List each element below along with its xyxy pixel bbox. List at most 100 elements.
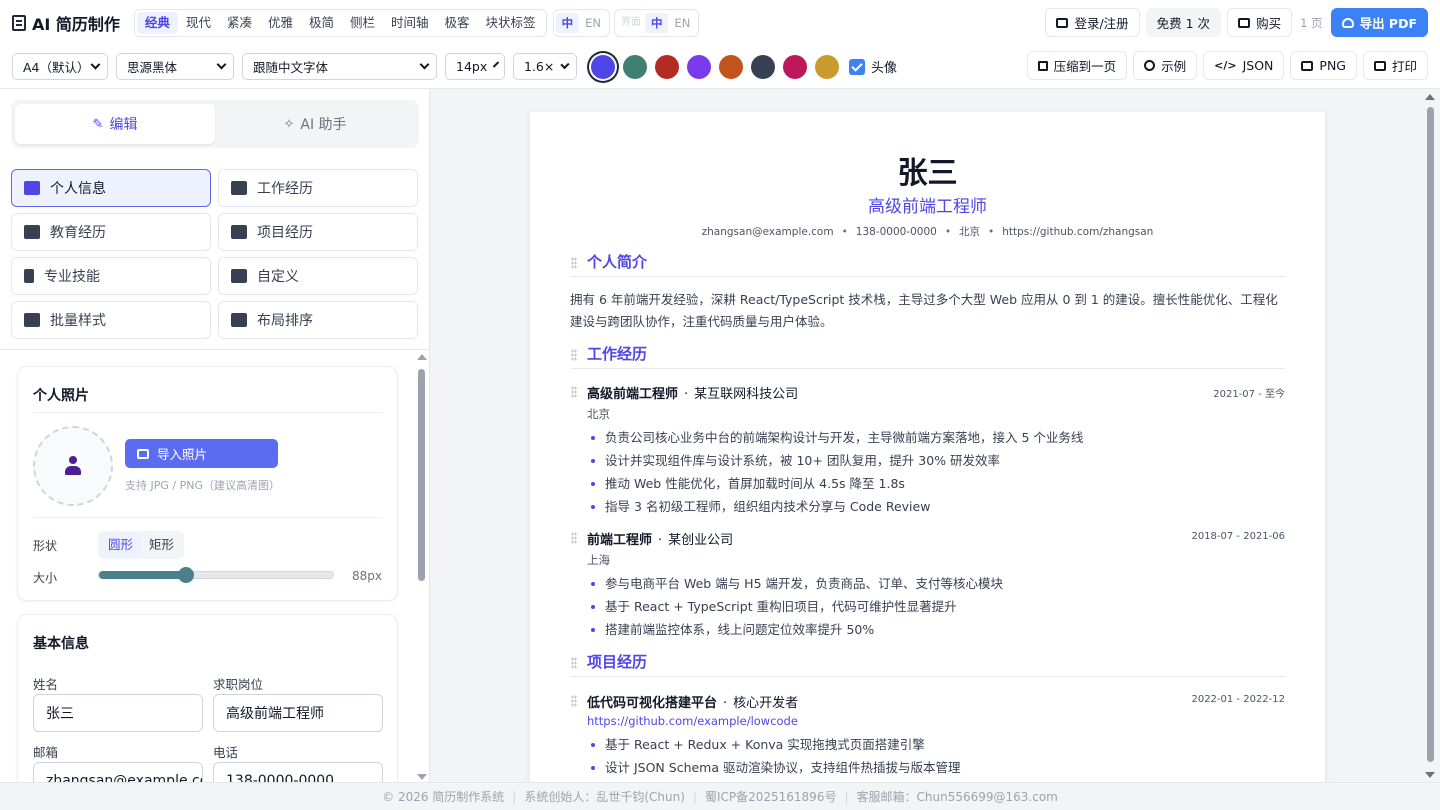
section-education[interactable]: 教育经历 bbox=[11, 213, 211, 251]
shape-label: 形状 bbox=[33, 539, 58, 553]
footer-email[interactable]: 客服邮箱：Chun556699@163.com bbox=[857, 788, 1058, 805]
section-personal-info[interactable]: 个人信息 bbox=[11, 169, 211, 207]
paper-size-value: A4（默认） bbox=[23, 60, 90, 75]
compress-one-page-button[interactable]: 压缩到一页 bbox=[1026, 51, 1128, 80]
tab-ai-label: AI 助手 bbox=[300, 117, 347, 133]
color-swatch-6[interactable] bbox=[751, 54, 775, 79]
scrollbar-thumb[interactable] bbox=[418, 369, 425, 581]
photo-size-slider[interactable] bbox=[98, 567, 334, 583]
png-export-button[interactable]: PNG bbox=[1290, 51, 1357, 80]
font-size-select[interactable]: 14px bbox=[445, 53, 505, 80]
drag-handle-icon[interactable] bbox=[571, 257, 577, 269]
json-export-button[interactable]: </> JSON bbox=[1203, 51, 1285, 80]
section-skills[interactable]: 专业技能 bbox=[11, 257, 211, 295]
template-modern[interactable]: 现代 bbox=[178, 12, 219, 34]
scroll-up-icon[interactable] bbox=[417, 354, 427, 360]
preview-scrollbar[interactable] bbox=[1424, 91, 1436, 780]
app-brand: AI 简历制作 bbox=[12, 11, 120, 35]
free-quota-badge: 免费 1 次 bbox=[1145, 8, 1222, 37]
color-swatch-4[interactable] bbox=[687, 54, 711, 79]
scrollbar-thumb[interactable] bbox=[1427, 107, 1434, 762]
work-entry: 前端工程师 · 某创业公司 2018-07 - 2021-06 bbox=[571, 529, 1285, 549]
bullet-item: 推动 Web 性能优化，首屏加载时间从 4.5s 降至 1.8s bbox=[587, 472, 1277, 495]
section-custom[interactable]: 自定义 bbox=[218, 257, 418, 295]
sample-button[interactable]: 示例 bbox=[1133, 51, 1198, 80]
footer-icp[interactable]: 蜀ICP备2025161896号 bbox=[705, 788, 837, 805]
tab-edit-label: 编辑 bbox=[109, 117, 138, 133]
project-section-header: 项目经历 bbox=[571, 653, 1285, 677]
scroll-down-icon[interactable] bbox=[417, 774, 427, 780]
name-input[interactable]: 张三 bbox=[33, 694, 203, 732]
avatar-toggle[interactable]: 头像 bbox=[849, 57, 897, 76]
entry-location: 北京 bbox=[587, 407, 610, 421]
template-classic[interactable]: 经典 bbox=[136, 11, 178, 34]
ui-language-switch: 界面 中 EN bbox=[613, 8, 700, 37]
template-geek[interactable]: 极客 bbox=[437, 12, 478, 34]
color-swatch-3[interactable] bbox=[655, 54, 679, 79]
template-sidebar[interactable]: 侧栏 bbox=[342, 12, 383, 34]
shape-rect-option[interactable]: 矩形 bbox=[141, 533, 182, 557]
phone-input[interactable]: 138-0000-0000 bbox=[213, 762, 383, 782]
section-batch-style[interactable]: 批量样式 bbox=[11, 301, 211, 339]
shape-circle-option[interactable]: 圆形 bbox=[100, 533, 142, 557]
content-lang-en[interactable]: EN bbox=[579, 13, 607, 33]
content-lang-zh[interactable]: 中 bbox=[555, 12, 580, 33]
section-label: 布局排序 bbox=[257, 313, 313, 329]
shape-toggle: 圆形 矩形 bbox=[98, 531, 185, 559]
resume-job-title: 高级前端工程师 bbox=[868, 197, 987, 217]
drag-handle-icon[interactable] bbox=[571, 532, 577, 544]
template-compact[interactable]: 紧凑 bbox=[219, 12, 260, 34]
drag-handle-icon[interactable] bbox=[571, 349, 577, 361]
position-field-label: 求职岗位 bbox=[213, 677, 264, 692]
ui-lang-zh[interactable]: 中 bbox=[644, 12, 669, 33]
entry-role: 高级前端工程师 bbox=[587, 387, 679, 402]
template-timeline[interactable]: 时间轴 bbox=[383, 12, 437, 34]
project-link[interactable]: https://github.com/example/lowcode bbox=[587, 714, 798, 728]
export-pdf-button[interactable]: 导出 PDF bbox=[1330, 8, 1428, 37]
drag-handle-icon[interactable] bbox=[571, 657, 577, 669]
template-elegant[interactable]: 优雅 bbox=[260, 12, 301, 34]
section-layout-order[interactable]: 布局排序 bbox=[218, 301, 418, 339]
theme-color-swatches bbox=[591, 54, 839, 79]
import-photo-button[interactable]: 导入照片 bbox=[125, 439, 278, 468]
editor-scrollbar[interactable] bbox=[416, 351, 427, 782]
line-height-select[interactable]: 1.6× bbox=[513, 53, 577, 80]
person-icon bbox=[64, 456, 82, 476]
paper-size-select[interactable]: A4（默认） bbox=[12, 53, 108, 80]
chevron-down-icon bbox=[216, 59, 227, 70]
bullet-item: 基于 React + Redux + Konva 实现拖拽式页面搭建引擎 bbox=[587, 733, 1277, 756]
avatar-checkbox[interactable] bbox=[849, 58, 865, 75]
print-button[interactable]: 打印 bbox=[1362, 51, 1428, 80]
name-field-label: 姓名 bbox=[33, 677, 59, 692]
email-input[interactable]: zhangsan@example.com bbox=[33, 762, 203, 782]
color-swatch-5[interactable] bbox=[719, 54, 743, 79]
color-swatch-1[interactable] bbox=[591, 54, 615, 79]
ui-lang-en[interactable]: EN bbox=[668, 13, 696, 33]
scroll-down-icon[interactable] bbox=[1425, 772, 1435, 778]
latin-font-value: 跟随中文字体 bbox=[253, 60, 329, 75]
position-input[interactable]: 高级前端工程师 bbox=[213, 694, 383, 732]
section-projects[interactable]: 项目经历 bbox=[218, 213, 418, 251]
login-button[interactable]: 登录/注册 bbox=[1045, 8, 1140, 37]
color-swatch-2[interactable] bbox=[623, 54, 647, 79]
buy-button[interactable]: 购买 bbox=[1227, 8, 1293, 37]
scroll-up-icon[interactable] bbox=[1425, 94, 1435, 100]
color-swatch-8[interactable] bbox=[815, 54, 839, 79]
id-card-icon bbox=[24, 181, 40, 195]
color-swatch-7[interactable] bbox=[783, 54, 807, 79]
drag-handle-icon[interactable] bbox=[571, 695, 577, 707]
slider-handle[interactable] bbox=[177, 567, 194, 583]
template-minimal[interactable]: 极简 bbox=[301, 12, 342, 34]
latin-font-select[interactable]: 跟随中文字体 bbox=[242, 53, 437, 80]
summary-text: 拥有 6 年前端开发经验，深耕 React/TypeScript 技术栈，主导过… bbox=[570, 292, 1278, 329]
tab-ai-assistant[interactable]: ✧ AI 助手 bbox=[215, 104, 415, 144]
section-work[interactable]: 工作经历 bbox=[218, 169, 418, 207]
font-select[interactable]: 思源黑体 bbox=[116, 53, 234, 80]
tab-edit[interactable]: ✎ 编辑 bbox=[15, 104, 215, 144]
project-role: 核心开发者 bbox=[733, 696, 799, 711]
drag-handle-icon[interactable] bbox=[571, 386, 577, 398]
card-divider bbox=[33, 412, 382, 413]
template-block-tags[interactable]: 块状标签 bbox=[478, 12, 544, 34]
size-label: 大小 bbox=[33, 571, 58, 585]
avatar-placeholder[interactable] bbox=[33, 426, 113, 506]
